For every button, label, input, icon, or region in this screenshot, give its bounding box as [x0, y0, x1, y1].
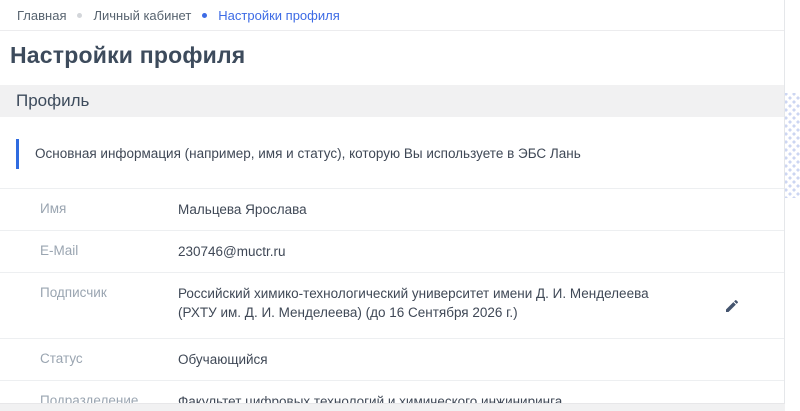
field-label: Имя — [0, 200, 178, 217]
next-section-bar — [0, 403, 785, 411]
content-card: Главная Личный кабинет Настройки профиля… — [0, 0, 785, 411]
field-value: Обучающийся — [178, 350, 678, 369]
table-row-name: Имя Мальцева Ярослава — [0, 189, 784, 231]
info-note: Основная информация (например, имя и ста… — [16, 139, 768, 169]
table-row-email: E-Mail 230746@muctr.ru — [0, 231, 784, 273]
breadcrumb-separator-dot-icon — [77, 13, 82, 18]
field-value: Российский химико-технологический универ… — [178, 284, 678, 322]
breadcrumb-item-home[interactable]: Главная — [17, 8, 66, 23]
field-value: Мальцева Ярослава — [178, 200, 678, 219]
breadcrumb-separator-dot-icon — [202, 13, 207, 18]
field-label: Подписчик — [0, 284, 178, 301]
profile-fields-table: Имя Мальцева Ярослава E-Mail 230746@muct… — [0, 188, 784, 411]
table-row-status: Статус Обучающийся — [0, 339, 784, 381]
profile-settings-page: Главная Личный кабинет Настройки профиля… — [0, 0, 800, 411]
pencil-icon — [724, 298, 740, 314]
section-header-bar: Профиль — [0, 85, 784, 117]
field-value: 230746@muctr.ru — [178, 242, 678, 261]
section-title: Профиль — [16, 91, 89, 111]
page-title: Настройки профиля — [10, 40, 768, 70]
decorative-dots-pattern — [785, 93, 800, 198]
breadcrumb: Главная Личный кабинет Настройки профиля — [0, 0, 784, 31]
field-label: E-Mail — [0, 242, 178, 259]
breadcrumb-item-personal-cabinet[interactable]: Личный кабинет — [93, 8, 191, 23]
field-label: Статус — [0, 350, 178, 367]
table-row-subscriber: Подписчик Российский химико-технологичес… — [0, 273, 784, 339]
breadcrumb-item-profile-settings[interactable]: Настройки профиля — [218, 8, 339, 23]
edit-subscriber-button[interactable] — [722, 296, 742, 316]
info-note-text: Основная информация (например, имя и ста… — [35, 146, 581, 161]
